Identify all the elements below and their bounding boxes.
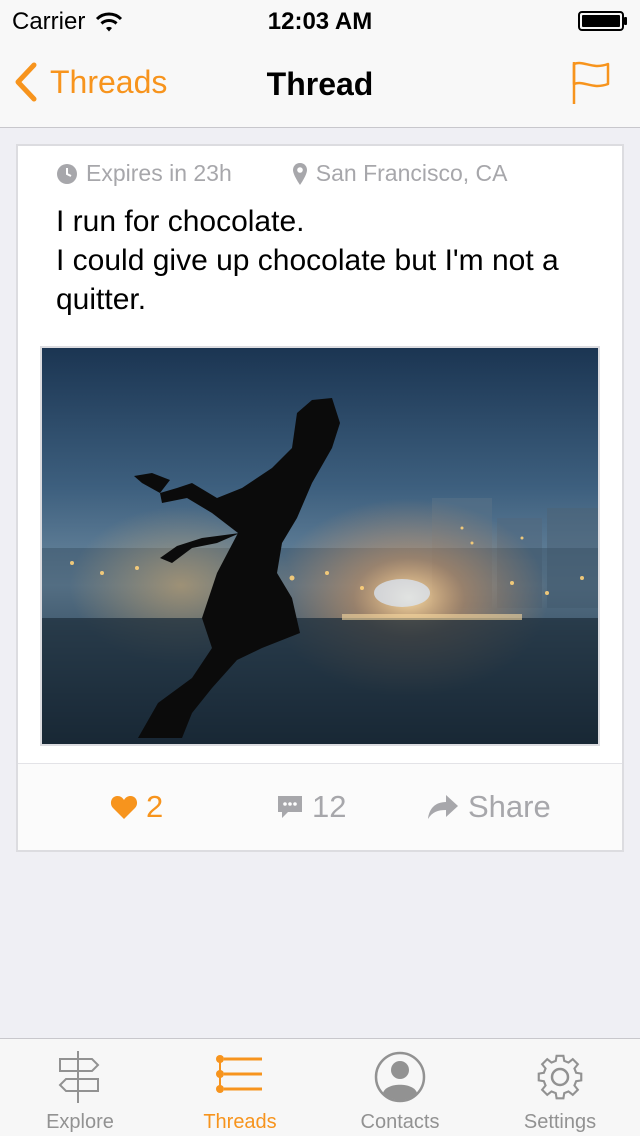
post-text: I run for chocolate. I could give up cho… — [56, 205, 559, 316]
flag-icon[interactable] — [570, 60, 612, 106]
expiry-label: Expires in 23h — [86, 160, 232, 186]
share-arrow-icon — [428, 795, 458, 819]
clock-icon — [57, 163, 77, 184]
list-icon — [216, 1055, 262, 1093]
heart-icon — [110, 796, 138, 819]
thread-post-card: Expires in 23h San Francisco, CA I run f… — [16, 144, 624, 852]
gear-icon — [537, 1054, 583, 1100]
tab-explore[interactable]: Explore — [0, 1039, 160, 1136]
like-button[interactable]: 2 — [110, 764, 163, 850]
comment-count: 12 — [312, 789, 347, 824]
page-title: Thread — [266, 66, 374, 102]
location-pin-icon — [292, 162, 307, 185]
runner-photo — [42, 348, 598, 744]
tab-contacts[interactable]: Contacts — [320, 1039, 480, 1136]
person-icon — [374, 1051, 426, 1103]
status-bar: Carrier 12:03 AM — [0, 0, 640, 40]
tab-threads[interactable]: Threads — [160, 1039, 320, 1136]
tab-explore-label: Explore — [46, 1111, 114, 1133]
share-button[interactable]: Share — [426, 764, 551, 850]
post-meta: Expires in 23h San Francisco, CA — [56, 160, 508, 187]
tab-settings[interactable]: Settings — [480, 1039, 640, 1136]
tab-threads-label: Threads — [203, 1111, 277, 1133]
location-label: San Francisco, CA — [315, 160, 508, 186]
location-info: San Francisco, CA — [292, 160, 508, 187]
comments-button[interactable]: 12 — [276, 764, 346, 850]
expiry-info: Expires in 23h — [56, 160, 232, 187]
navigation-bar: Threads Thread — [0, 40, 640, 128]
share-label: Share — [468, 789, 551, 824]
battery-icon — [578, 11, 627, 31]
signpost-icon — [58, 1051, 100, 1103]
comment-bubble-icon — [278, 796, 302, 818]
post-image[interactable] — [40, 346, 600, 746]
tab-contacts-label: Contacts — [360, 1111, 440, 1133]
like-count: 2 — [146, 789, 164, 824]
post-action-bar: 2 12 Share — [18, 764, 622, 850]
tab-settings-label: Settings — [523, 1111, 597, 1133]
status-time: 12:03 AM — [267, 8, 373, 35]
tab-bar: Explore Threads Contacts Settings — [0, 1038, 640, 1136]
